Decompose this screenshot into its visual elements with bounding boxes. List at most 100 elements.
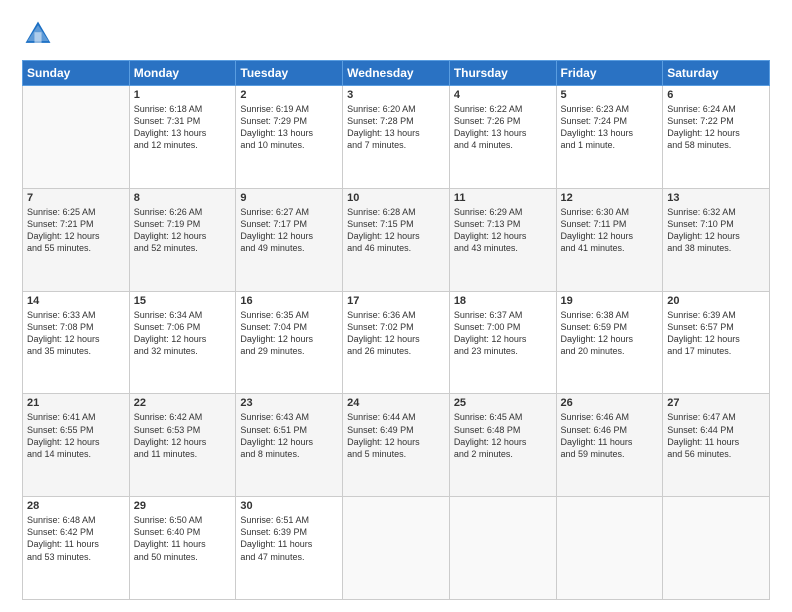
day-number: 30 bbox=[240, 500, 338, 512]
day-number: 10 bbox=[347, 192, 445, 204]
calendar-week-row: 14 Sunrise: 6:33 AM Sunset: 7:08 PM Dayli… bbox=[23, 291, 770, 394]
day-info: Sunrise: 6:44 AM Sunset: 6:49 PM Dayligh… bbox=[347, 411, 445, 460]
calendar-cell: 5 Sunrise: 6:23 AM Sunset: 7:24 PM Daylig… bbox=[556, 86, 663, 189]
day-info: Sunrise: 6:18 AM Sunset: 7:31 PM Dayligh… bbox=[134, 103, 232, 152]
day-number: 7 bbox=[27, 192, 125, 204]
day-number: 16 bbox=[240, 295, 338, 307]
calendar-cell: 26 Sunrise: 6:46 AM Sunset: 6:46 PM Dayli… bbox=[556, 394, 663, 497]
calendar-cell: 30 Sunrise: 6:51 AM Sunset: 6:39 PM Dayli… bbox=[236, 497, 343, 600]
day-number: 28 bbox=[27, 500, 125, 512]
day-number: 3 bbox=[347, 89, 445, 101]
calendar-cell: 9 Sunrise: 6:27 AM Sunset: 7:17 PM Daylig… bbox=[236, 188, 343, 291]
day-number: 29 bbox=[134, 500, 232, 512]
calendar-week-row: 7 Sunrise: 6:25 AM Sunset: 7:21 PM Daylig… bbox=[23, 188, 770, 291]
calendar-cell: 23 Sunrise: 6:43 AM Sunset: 6:51 PM Dayli… bbox=[236, 394, 343, 497]
calendar-cell: 20Sunrise: 6:39 AM Sunset: 6:57 PM Dayli… bbox=[663, 291, 770, 394]
calendar-cell: 2 Sunrise: 6:19 AM Sunset: 7:29 PM Daylig… bbox=[236, 86, 343, 189]
day-info: Sunrise: 6:42 AM Sunset: 6:53 PM Dayligh… bbox=[134, 411, 232, 460]
weekday-header-saturday: Saturday bbox=[663, 61, 770, 86]
day-number: 22 bbox=[134, 397, 232, 409]
weekday-header-tuesday: Tuesday bbox=[236, 61, 343, 86]
day-number: 6 bbox=[667, 89, 765, 101]
calendar-week-row: 21 Sunrise: 6:41 AM Sunset: 6:55 PM Dayli… bbox=[23, 394, 770, 497]
day-info: Sunrise: 6:41 AM Sunset: 6:55 PM Dayligh… bbox=[27, 411, 125, 460]
day-number: 13 bbox=[667, 192, 765, 204]
weekday-header-thursday: Thursday bbox=[449, 61, 556, 86]
day-number: 24 bbox=[347, 397, 445, 409]
calendar-cell: 17Sunrise: 6:36 AM Sunset: 7:02 PM Dayli… bbox=[343, 291, 450, 394]
day-info: Sunrise: 6:51 AM Sunset: 6:39 PM Dayligh… bbox=[240, 514, 338, 563]
day-info: Sunrise: 6:23 AM Sunset: 7:24 PM Dayligh… bbox=[561, 103, 659, 152]
day-info: Sunrise: 6:38 AM Sunset: 6:59 PM Dayligh… bbox=[561, 309, 659, 358]
day-number: 18 bbox=[454, 295, 552, 307]
weekday-header-row: SundayMondayTuesdayWednesdayThursdayFrid… bbox=[23, 61, 770, 86]
weekday-header-friday: Friday bbox=[556, 61, 663, 86]
calendar-cell: 18 Sunrise: 6:37 AM Sunset: 7:00 PM Dayli… bbox=[449, 291, 556, 394]
calendar-cell: 3Sunrise: 6:20 AM Sunset: 7:28 PM Daylig… bbox=[343, 86, 450, 189]
day-info: Sunrise: 6:24 AM Sunset: 7:22 PM Dayligh… bbox=[667, 103, 765, 152]
day-number: 4 bbox=[454, 89, 552, 101]
calendar-cell: 25 Sunrise: 6:45 AM Sunset: 6:48 PM Dayli… bbox=[449, 394, 556, 497]
calendar-table: SundayMondayTuesdayWednesdayThursdayFrid… bbox=[22, 60, 770, 600]
logo bbox=[22, 18, 58, 50]
header bbox=[22, 18, 770, 50]
day-number: 25 bbox=[454, 397, 552, 409]
day-info: Sunrise: 6:50 AM Sunset: 6:40 PM Dayligh… bbox=[134, 514, 232, 563]
day-number: 8 bbox=[134, 192, 232, 204]
calendar-cell: 28 Sunrise: 6:48 AM Sunset: 6:42 PM Dayli… bbox=[23, 497, 130, 600]
day-info: Sunrise: 6:19 AM Sunset: 7:29 PM Dayligh… bbox=[240, 103, 338, 152]
calendar-cell bbox=[449, 497, 556, 600]
day-info: Sunrise: 6:27 AM Sunset: 7:17 PM Dayligh… bbox=[240, 206, 338, 255]
weekday-header-sunday: Sunday bbox=[23, 61, 130, 86]
day-info: Sunrise: 6:32 AM Sunset: 7:10 PM Dayligh… bbox=[667, 206, 765, 255]
day-info: Sunrise: 6:37 AM Sunset: 7:00 PM Dayligh… bbox=[454, 309, 552, 358]
day-info: Sunrise: 6:43 AM Sunset: 6:51 PM Dayligh… bbox=[240, 411, 338, 460]
day-number: 17 bbox=[347, 295, 445, 307]
day-info: Sunrise: 6:26 AM Sunset: 7:19 PM Dayligh… bbox=[134, 206, 232, 255]
day-info: Sunrise: 6:30 AM Sunset: 7:11 PM Dayligh… bbox=[561, 206, 659, 255]
calendar-cell: 14 Sunrise: 6:33 AM Sunset: 7:08 PM Dayli… bbox=[23, 291, 130, 394]
day-number: 9 bbox=[240, 192, 338, 204]
calendar-cell: 16 Sunrise: 6:35 AM Sunset: 7:04 PM Dayli… bbox=[236, 291, 343, 394]
calendar-cell: 6 Sunrise: 6:24 AM Sunset: 7:22 PM Daylig… bbox=[663, 86, 770, 189]
calendar-cell: 10 Sunrise: 6:28 AM Sunset: 7:15 PM Dayli… bbox=[343, 188, 450, 291]
day-info: Sunrise: 6:48 AM Sunset: 6:42 PM Dayligh… bbox=[27, 514, 125, 563]
day-number: 12 bbox=[561, 192, 659, 204]
day-info: Sunrise: 6:35 AM Sunset: 7:04 PM Dayligh… bbox=[240, 309, 338, 358]
day-number: 2 bbox=[240, 89, 338, 101]
day-number: 23 bbox=[240, 397, 338, 409]
day-number: 5 bbox=[561, 89, 659, 101]
calendar-cell bbox=[343, 497, 450, 600]
day-info: Sunrise: 6:22 AM Sunset: 7:26 PM Dayligh… bbox=[454, 103, 552, 152]
day-number: 26 bbox=[561, 397, 659, 409]
day-number: 27 bbox=[667, 397, 765, 409]
day-info: Sunrise: 6:25 AM Sunset: 7:21 PM Dayligh… bbox=[27, 206, 125, 255]
day-number: 14 bbox=[27, 295, 125, 307]
calendar-cell: 7 Sunrise: 6:25 AM Sunset: 7:21 PM Daylig… bbox=[23, 188, 130, 291]
calendar-cell: 27 Sunrise: 6:47 AM Sunset: 6:44 PM Dayli… bbox=[663, 394, 770, 497]
day-number: 20 bbox=[667, 295, 765, 307]
calendar-cell: 11Sunrise: 6:29 AM Sunset: 7:13 PM Dayli… bbox=[449, 188, 556, 291]
calendar-week-row: 1 Sunrise: 6:18 AM Sunset: 7:31 PM Daylig… bbox=[23, 86, 770, 189]
calendar-cell: 15Sunrise: 6:34 AM Sunset: 7:06 PM Dayli… bbox=[129, 291, 236, 394]
weekday-header-wednesday: Wednesday bbox=[343, 61, 450, 86]
calendar-cell: 22 Sunrise: 6:42 AM Sunset: 6:53 PM Dayli… bbox=[129, 394, 236, 497]
calendar-cell: 19 Sunrise: 6:38 AM Sunset: 6:59 PM Dayli… bbox=[556, 291, 663, 394]
day-number: 21 bbox=[27, 397, 125, 409]
calendar-cell bbox=[23, 86, 130, 189]
weekday-header-monday: Monday bbox=[129, 61, 236, 86]
day-info: Sunrise: 6:28 AM Sunset: 7:15 PM Dayligh… bbox=[347, 206, 445, 255]
day-info: Sunrise: 6:45 AM Sunset: 6:48 PM Dayligh… bbox=[454, 411, 552, 460]
calendar-cell: 24 Sunrise: 6:44 AM Sunset: 6:49 PM Dayli… bbox=[343, 394, 450, 497]
page: SundayMondayTuesdayWednesdayThursdayFrid… bbox=[0, 0, 792, 612]
day-number: 19 bbox=[561, 295, 659, 307]
day-number: 1 bbox=[134, 89, 232, 101]
day-info: Sunrise: 6:47 AM Sunset: 6:44 PM Dayligh… bbox=[667, 411, 765, 460]
calendar-cell bbox=[663, 497, 770, 600]
calendar-cell: 4 Sunrise: 6:22 AM Sunset: 7:26 PM Daylig… bbox=[449, 86, 556, 189]
day-info: Sunrise: 6:33 AM Sunset: 7:08 PM Dayligh… bbox=[27, 309, 125, 358]
calendar-cell: 29 Sunrise: 6:50 AM Sunset: 6:40 PM Dayli… bbox=[129, 497, 236, 600]
calendar-week-row: 28 Sunrise: 6:48 AM Sunset: 6:42 PM Dayli… bbox=[23, 497, 770, 600]
calendar-cell bbox=[556, 497, 663, 600]
day-info: Sunrise: 6:46 AM Sunset: 6:46 PM Dayligh… bbox=[561, 411, 659, 460]
